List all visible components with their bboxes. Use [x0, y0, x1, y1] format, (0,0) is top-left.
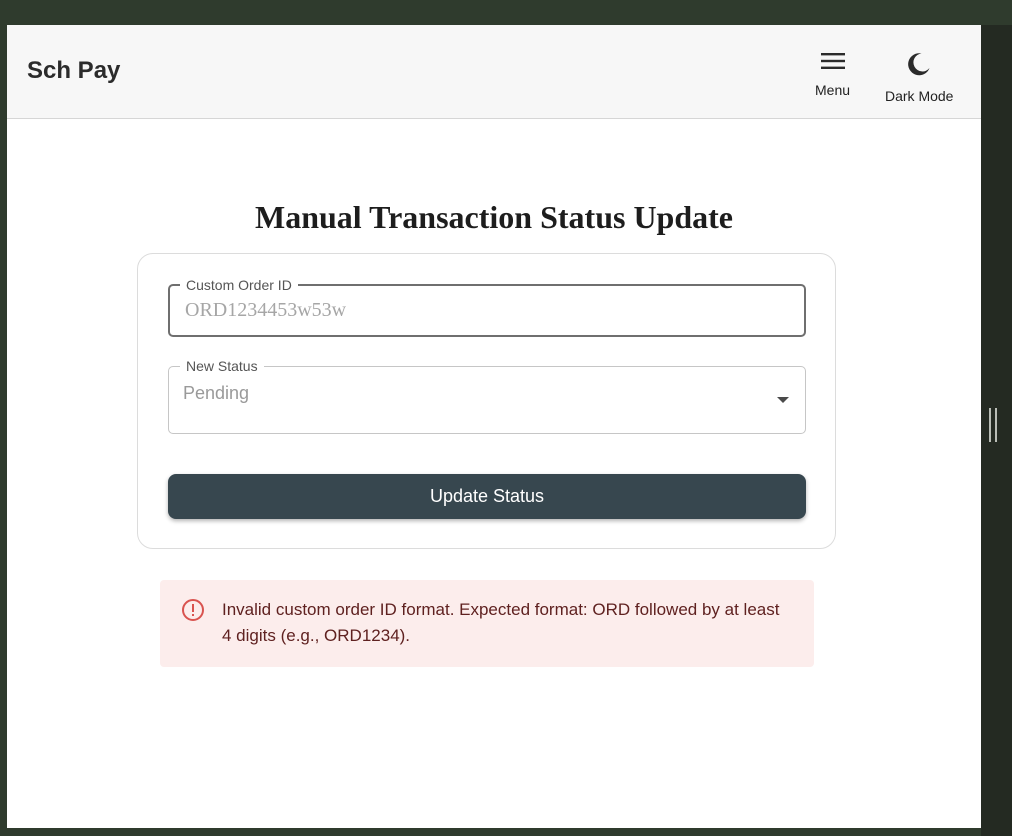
order-id-label: Custom Order ID [180, 276, 298, 294]
page-title: Manual Transaction Status Update [255, 199, 733, 235]
status-label: New Status [180, 357, 264, 375]
hamburger-icon [820, 51, 846, 76]
order-id-input[interactable] [185, 299, 785, 322]
status-selected-value: Pending [183, 383, 250, 403]
app-header: Sch Pay Menu Dark Mode [7, 25, 981, 119]
dark-mode-label: Dark Mode [885, 88, 954, 104]
window-frame-left [0, 25, 7, 836]
dark-mode-button[interactable]: Dark Mode [885, 51, 953, 104]
window-frame-bottom [7, 828, 981, 836]
error-message: Invalid custom order ID format. Expected… [222, 600, 780, 645]
status-select[interactable]: New Status Pending [168, 357, 806, 434]
menu-button[interactable]: Menu [815, 51, 850, 98]
moon-icon [906, 51, 932, 82]
window-frame-top [0, 0, 1012, 25]
menu-label: Menu [815, 82, 851, 98]
resize-handle[interactable] [989, 408, 997, 442]
chevron-down-icon [777, 397, 789, 403]
error-alert: Invalid custom order ID format. Expected… [160, 580, 814, 667]
error-outline-icon [181, 598, 205, 627]
order-id-field[interactable]: Custom Order ID [168, 276, 806, 337]
brand-logo-text[interactable]: Sch Pay [27, 57, 120, 85]
update-status-button[interactable]: Update Status [168, 474, 806, 519]
